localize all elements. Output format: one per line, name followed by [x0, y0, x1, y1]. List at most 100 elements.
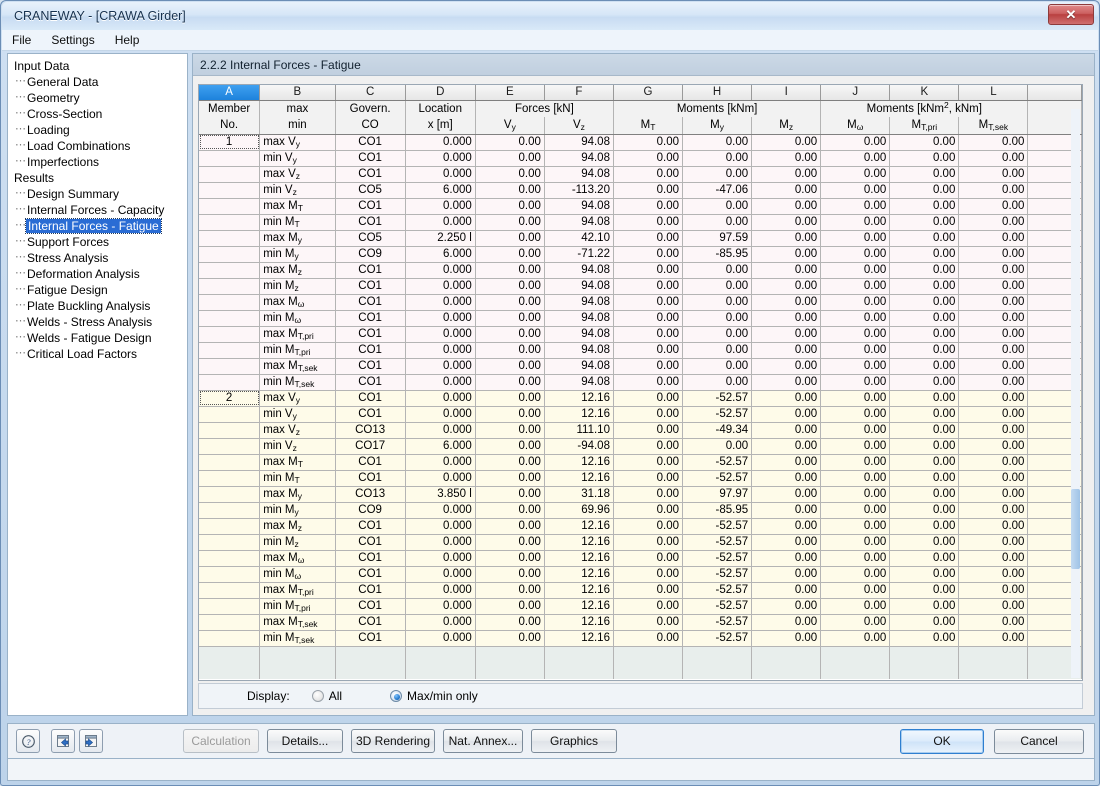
cell-vy[interactable]: 0.00: [475, 422, 545, 439]
cell-my[interactable]: 0.00: [682, 358, 753, 375]
cell-mz[interactable]: 0.00: [751, 598, 822, 615]
cell-governing-co[interactable]: CO1: [335, 470, 406, 487]
cell-governing-co[interactable]: CO1: [335, 310, 406, 327]
cell-member-no[interactable]: [199, 550, 261, 567]
cell-location-x[interactable]: 0.000: [405, 342, 476, 359]
table-row[interactable]: max My CO13 3.850 l 0.00 31.18 0.00 97.97 0.00 0…: [199, 486, 1082, 503]
cell-mw[interactable]: 0.00: [820, 294, 891, 311]
cell-mtp[interactable]: 0.00: [889, 614, 960, 631]
cell-mtp[interactable]: 0.00: [889, 134, 960, 151]
cell-governing-co[interactable]: CO1: [335, 550, 406, 567]
cell-mt[interactable]: 0.00: [613, 438, 684, 455]
cell-member-no[interactable]: [199, 630, 261, 647]
cell-member-no[interactable]: [199, 582, 261, 599]
column-header-e[interactable]: E: [475, 85, 545, 101]
cell-vy[interactable]: 0.00: [475, 358, 545, 375]
cell-location-x[interactable]: 6.000: [405, 182, 476, 199]
cell-mw[interactable]: 0.00: [820, 310, 891, 327]
cell-mw[interactable]: 0.00: [820, 630, 891, 647]
cell-location-x[interactable]: 0.000: [405, 550, 476, 567]
cell-empty[interactable]: [958, 646, 1029, 679]
cell-empty[interactable]: [544, 646, 614, 679]
sidebar-item-cross-section[interactable]: ⋯ Cross-Section: [12, 106, 187, 122]
cell-mts[interactable]: 0.00: [958, 470, 1029, 487]
cell-location-x[interactable]: 0.000: [405, 422, 476, 439]
cell-mw[interactable]: 0.00: [820, 230, 891, 247]
cell-mt[interactable]: 0.00: [613, 166, 684, 183]
sidebar-item-load-combinations[interactable]: ⋯ Load Combinations: [12, 138, 187, 154]
cell-mtp[interactable]: 0.00: [889, 390, 960, 407]
cell-location-x[interactable]: 0.000: [405, 310, 476, 327]
cell-vz[interactable]: 94.08: [544, 294, 614, 311]
cell-location-x[interactable]: 0.000: [405, 166, 476, 183]
cell-mts[interactable]: 0.00: [958, 502, 1029, 519]
cell-location-x[interactable]: 0.000: [405, 150, 476, 167]
cell-vz[interactable]: 94.08: [544, 134, 614, 151]
cell-vz[interactable]: 94.08: [544, 198, 614, 215]
cell-mts[interactable]: 0.00: [958, 422, 1029, 439]
cell-my[interactable]: 97.59: [682, 230, 753, 247]
cell-vy[interactable]: 0.00: [475, 534, 545, 551]
table-row[interactable]: max MT,sek CO1 0.000 0.00 12.16 0.00 -52.57 0.0…: [199, 614, 1082, 631]
cell-case[interactable]: min Mz: [259, 534, 336, 551]
table-row[interactable]: min Vy CO1 0.000 0.00 94.08 0.00 0.00 0.00 0.00 0…: [199, 150, 1082, 167]
cell-mw[interactable]: 0.00: [820, 486, 891, 503]
cell-vz[interactable]: 12.16: [544, 630, 614, 647]
cell-mtp[interactable]: 0.00: [889, 214, 960, 231]
cell-vz[interactable]: 94.08: [544, 326, 614, 343]
cell-vy[interactable]: 0.00: [475, 182, 545, 199]
cell-member-no[interactable]: [199, 566, 261, 583]
cell-mt[interactable]: 0.00: [613, 582, 684, 599]
cell-case[interactable]: max Vy: [259, 134, 336, 151]
cell-mw[interactable]: 0.00: [820, 166, 891, 183]
cell-mw[interactable]: 0.00: [820, 342, 891, 359]
cell-case[interactable]: min Vy: [259, 406, 336, 423]
cell-location-x[interactable]: 0.000: [405, 406, 476, 423]
cell-my[interactable]: -85.95: [682, 246, 753, 263]
column-header-l[interactable]: L: [958, 85, 1029, 101]
cell-location-x[interactable]: 6.000: [405, 246, 476, 263]
details-button[interactable]: Details...: [267, 729, 343, 753]
cell-case[interactable]: min My: [259, 246, 336, 263]
column-header-i[interactable]: I: [751, 85, 822, 101]
sidebar-item-imperfections[interactable]: ⋯ Imperfections: [12, 154, 187, 170]
cell-my[interactable]: -47.06: [682, 182, 753, 199]
cell-vy[interactable]: 0.00: [475, 246, 545, 263]
cell-my[interactable]: -52.57: [682, 454, 753, 471]
table-row[interactable]: max MT,pri CO1 0.000 0.00 12.16 0.00 -52.57 0.0…: [199, 582, 1082, 599]
cell-location-x[interactable]: 0.000: [405, 278, 476, 295]
radio-display-maxmin[interactable]: Max/min only: [390, 689, 478, 703]
column-header-f[interactable]: F: [544, 85, 614, 101]
cell-mts[interactable]: 0.00: [958, 214, 1029, 231]
table-row[interactable]: max MT CO1 0.000 0.00 12.16 0.00 -52.57 0.00 0.0…: [199, 454, 1082, 471]
cell-mts[interactable]: 0.00: [958, 630, 1029, 647]
menu-item-help[interactable]: Help: [105, 31, 150, 49]
cell-my[interactable]: -52.57: [682, 550, 753, 567]
cell-location-x[interactable]: 0.000: [405, 534, 476, 551]
table-row[interactable]: max MT,sek CO1 0.000 0.00 94.08 0.00 0.00 0.00 0…: [199, 358, 1082, 375]
cell-mw[interactable]: 0.00: [820, 198, 891, 215]
cell-my[interactable]: 0.00: [682, 166, 753, 183]
cell-mtp[interactable]: 0.00: [889, 262, 960, 279]
cell-member-no[interactable]: [199, 374, 261, 391]
cell-member-no[interactable]: [199, 246, 261, 263]
cell-mw[interactable]: 0.00: [820, 390, 891, 407]
cell-location-x[interactable]: 0.000: [405, 134, 476, 151]
cell-member-no[interactable]: [199, 502, 261, 519]
cell-member-no[interactable]: [199, 422, 261, 439]
cell-vz[interactable]: 94.08: [544, 310, 614, 327]
cell-mts[interactable]: 0.00: [958, 278, 1029, 295]
cell-governing-co[interactable]: CO13: [335, 422, 406, 439]
cell-mz[interactable]: 0.00: [751, 502, 822, 519]
next-button[interactable]: [79, 729, 103, 753]
cell-my[interactable]: 0.00: [682, 342, 753, 359]
cell-vz[interactable]: 94.08: [544, 262, 614, 279]
column-header-a[interactable]: A: [199, 85, 261, 101]
table-row[interactable]: 2 max Vy CO1 0.000 0.00 12.16 0.00 -52.57 0.00 0.…: [199, 390, 1082, 407]
cell-empty[interactable]: [751, 646, 822, 679]
cell-my[interactable]: 0.00: [682, 374, 753, 391]
cell-case[interactable]: min MT,sek: [259, 374, 336, 391]
cell-mtp[interactable]: 0.00: [889, 422, 960, 439]
cell-mz[interactable]: 0.00: [751, 534, 822, 551]
cell-governing-co[interactable]: CO1: [335, 374, 406, 391]
